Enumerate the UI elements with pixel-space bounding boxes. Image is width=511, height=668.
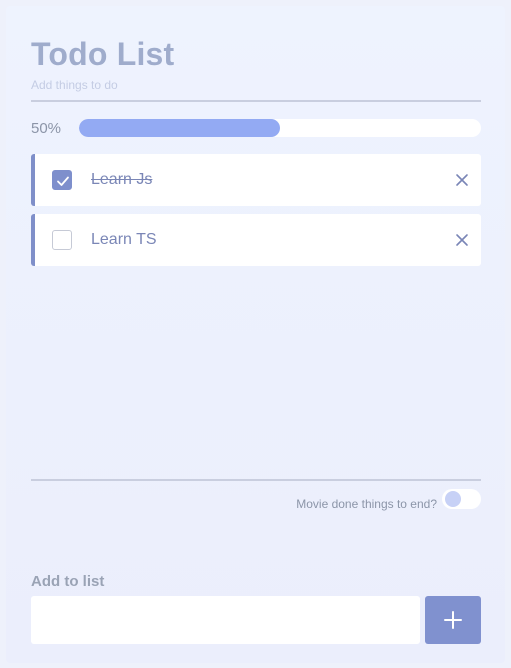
plus-icon bbox=[444, 611, 462, 629]
todo-text: Learn TS bbox=[91, 231, 157, 248]
toggle-knob bbox=[445, 491, 461, 507]
progress-bar-fill bbox=[79, 119, 280, 137]
todo-list: Learn Js Learn TS bbox=[31, 154, 481, 274]
add-to-list-label: Add to list bbox=[31, 573, 105, 590]
add-button[interactable] bbox=[425, 596, 481, 644]
todo-checkbox[interactable] bbox=[52, 170, 72, 190]
todo-item: Learn Js bbox=[31, 154, 481, 206]
todo-item: Learn TS bbox=[31, 214, 481, 266]
todo-card: Todo List Add things to do 50% Learn Js bbox=[6, 6, 505, 663]
close-icon bbox=[456, 174, 468, 186]
progress-bar bbox=[79, 119, 481, 137]
delete-button[interactable] bbox=[455, 233, 469, 247]
footer-divider bbox=[31, 479, 481, 481]
todo-checkbox[interactable] bbox=[52, 230, 72, 250]
header-divider bbox=[31, 100, 481, 102]
progress-percent: 50% bbox=[31, 120, 62, 137]
page-subtitle: Add things to do bbox=[31, 78, 118, 92]
add-todo-input[interactable] bbox=[31, 596, 420, 644]
move-done-toggle[interactable] bbox=[442, 489, 481, 509]
check-icon bbox=[57, 176, 69, 186]
delete-button[interactable] bbox=[455, 173, 469, 187]
close-icon bbox=[456, 234, 468, 246]
page-title: Todo List bbox=[31, 36, 175, 72]
todo-text: Learn Js bbox=[91, 171, 153, 188]
move-done-label: Movie done things to end? bbox=[296, 497, 437, 511]
